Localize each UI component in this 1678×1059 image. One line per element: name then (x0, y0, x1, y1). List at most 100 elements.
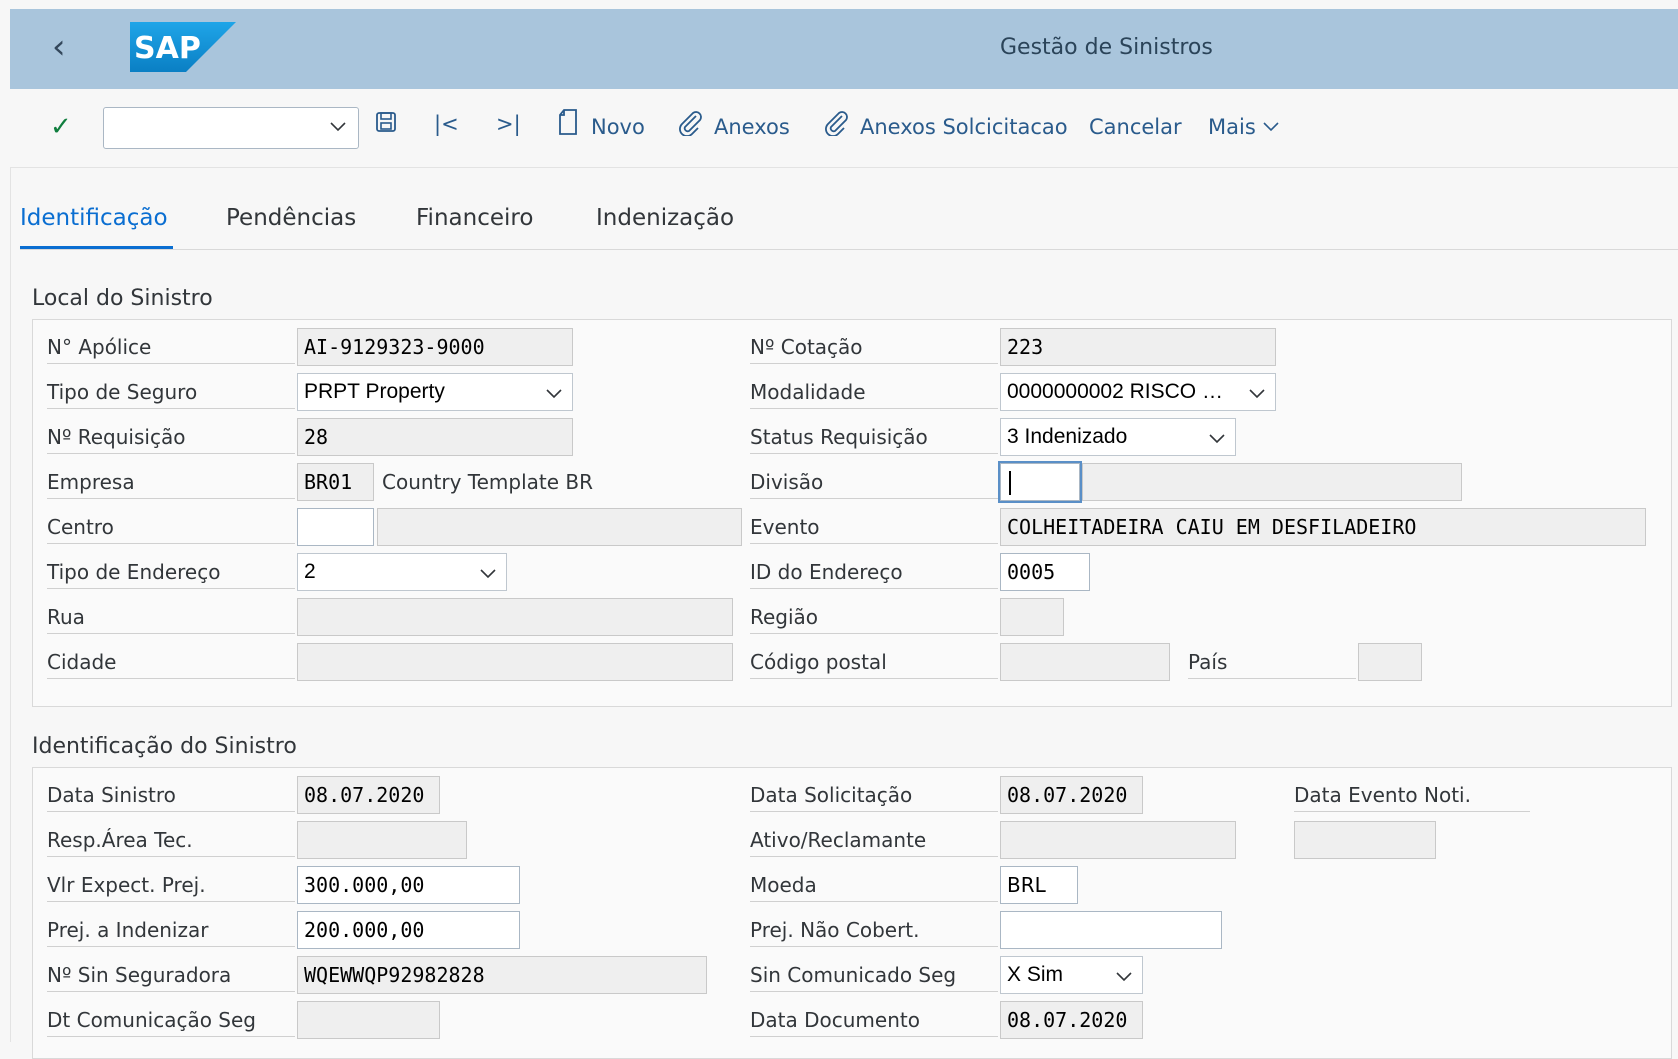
anexos-button[interactable]: Anexos (714, 115, 790, 139)
anexos-solicitacao-button[interactable]: Anexos Solcicitacao (860, 115, 1068, 139)
empresa-field[interactable]: BR01 (297, 463, 374, 501)
section-title: Identificação do Sinistro (32, 734, 297, 759)
svg-text:SAP: SAP (134, 31, 201, 66)
cotacao-field[interactable]: 223 (1000, 328, 1276, 366)
chevron-down-icon (1116, 972, 1132, 982)
field-label: Tipo de Seguro (47, 371, 295, 409)
dt-comunicacao-field[interactable] (297, 1001, 440, 1039)
sap-logo[interactable]: SAP (130, 22, 236, 72)
regiao-field[interactable] (1000, 598, 1064, 636)
field-label: Prej. Não Cobert. (750, 909, 998, 947)
prej-indenizar-field[interactable]: 200.000,00 (297, 911, 520, 949)
tipo-endereco-select[interactable]: 2 (297, 553, 507, 591)
cidade-field[interactable] (297, 643, 733, 681)
novo-button[interactable]: Novo (591, 115, 645, 139)
field-label: N° Apólice (47, 326, 295, 364)
first-record-icon[interactable]: |< (434, 112, 459, 136)
field-label: Modalidade (750, 371, 998, 409)
field-label: Região (750, 596, 998, 634)
select-value: 2 (304, 560, 316, 583)
moeda-field[interactable]: BRL (1000, 866, 1078, 904)
field-label: Moeda (750, 864, 998, 902)
field-label: País (1188, 641, 1356, 679)
field-label: Dt Comunicação Seg (47, 999, 295, 1037)
tab-financeiro[interactable]: Financeiro (416, 205, 533, 231)
field-label: Tipo de Endereço (47, 551, 295, 589)
field-label: Nº Requisição (47, 416, 295, 454)
data-documento-field[interactable]: 08.07.2020 (1000, 1001, 1143, 1039)
tab-identificacao[interactable]: Identificação (20, 205, 168, 231)
field-label: Cidade (47, 641, 295, 679)
pais-field[interactable] (1358, 643, 1422, 681)
tipo-seguro-select[interactable]: PRPT Property (297, 373, 573, 411)
field-label: Data Solicitação (750, 774, 998, 812)
mais-label: Mais (1208, 115, 1256, 139)
field-label: Evento (750, 506, 998, 544)
resp-area-field[interactable] (297, 821, 467, 859)
mais-button[interactable]: Mais (1208, 115, 1280, 139)
field-label: Prej. a Indenizar (47, 909, 295, 947)
chevron-down-icon (1249, 389, 1265, 399)
text-caret (1009, 471, 1011, 495)
ativo-reclamante-field[interactable] (1000, 821, 1236, 859)
data-sinistro-field[interactable]: 08.07.2020 (297, 776, 440, 814)
shell-bar (10, 9, 1678, 89)
divisao-description-field (1082, 463, 1462, 501)
requisicao-field[interactable]: 28 (297, 418, 573, 456)
new-document-icon[interactable] (556, 108, 580, 136)
paperclip-icon[interactable] (822, 110, 850, 136)
tab-strip-line (20, 249, 1678, 250)
select-value: 3 Indenizado (1007, 425, 1128, 448)
centro-description-field (377, 508, 742, 546)
field-label: Data Evento Noti. (1294, 774, 1530, 812)
sin-seguradora-field[interactable]: WQEWWQP92982828 (297, 956, 707, 994)
apolice-field[interactable]: AI-9129323-9000 (297, 328, 573, 366)
field-label: Resp.Área Tec. (47, 819, 295, 857)
chevron-down-icon (1209, 434, 1225, 444)
section-title: Local do Sinistro (32, 286, 213, 311)
empresa-description: Country Template BR (382, 470, 594, 494)
chevron-down-icon (330, 122, 346, 132)
sin-comunicado-select[interactable]: X Sim (1000, 956, 1143, 994)
field-label: Código postal (750, 641, 998, 679)
divisao-field[interactable] (998, 461, 1082, 503)
chevron-down-icon (480, 569, 496, 579)
status-select[interactable]: 3 Indenizado (1000, 418, 1236, 456)
tab-pendencias[interactable]: Pendências (226, 205, 356, 231)
save-icon[interactable] (374, 110, 398, 134)
back-icon[interactable]: ‹ (52, 30, 66, 64)
select-value: 0000000002 RISCO … (1007, 380, 1223, 403)
field-label: Data Documento (750, 999, 998, 1037)
field-label: Nº Sin Seguradora (47, 954, 295, 992)
field-label: Status Requisição (750, 416, 998, 454)
chevron-down-icon (546, 389, 562, 399)
modalidade-select[interactable]: 0000000002 RISCO … (1000, 373, 1276, 411)
field-label: Centro (47, 506, 295, 544)
tab-indenizacao[interactable]: Indenização (596, 205, 734, 231)
field-label: Sin Comunicado Seg (750, 954, 998, 992)
field-label: Vlr Expect. Prej. (47, 864, 295, 902)
field-label: ID do Endereço (750, 551, 998, 589)
prej-nao-cobert-field[interactable] (1000, 911, 1222, 949)
data-solicitacao-field[interactable]: 08.07.2020 (1000, 776, 1143, 814)
field-label: Ativo/Reclamante (750, 819, 998, 857)
rua-field[interactable] (297, 598, 733, 636)
id-endereco-field[interactable]: 0005 (1000, 553, 1090, 591)
field-label: Divisão (750, 461, 998, 499)
paperclip-icon[interactable] (676, 110, 704, 136)
last-record-icon[interactable]: >| (496, 112, 521, 136)
evento-field[interactable]: COLHEITADEIRA CAIU EM DESFILADEIRO (1000, 508, 1646, 546)
data-evento-field[interactable] (1294, 821, 1436, 859)
cancelar-button[interactable]: Cancelar (1089, 115, 1182, 139)
field-label: Rua (47, 596, 295, 634)
select-value: PRPT Property (304, 380, 445, 403)
checkmark-icon[interactable]: ✓ (50, 112, 72, 142)
command-field[interactable] (103, 107, 359, 149)
field-label: Empresa (47, 461, 295, 499)
select-value: X Sim (1007, 963, 1064, 986)
page-title: Gestão de Sinistros (1000, 35, 1213, 60)
active-tab-indicator (20, 246, 173, 249)
codigo-postal-field[interactable] (1000, 643, 1170, 681)
centro-field[interactable] (297, 508, 374, 546)
vlr-expect-field[interactable]: 300.000,00 (297, 866, 520, 904)
